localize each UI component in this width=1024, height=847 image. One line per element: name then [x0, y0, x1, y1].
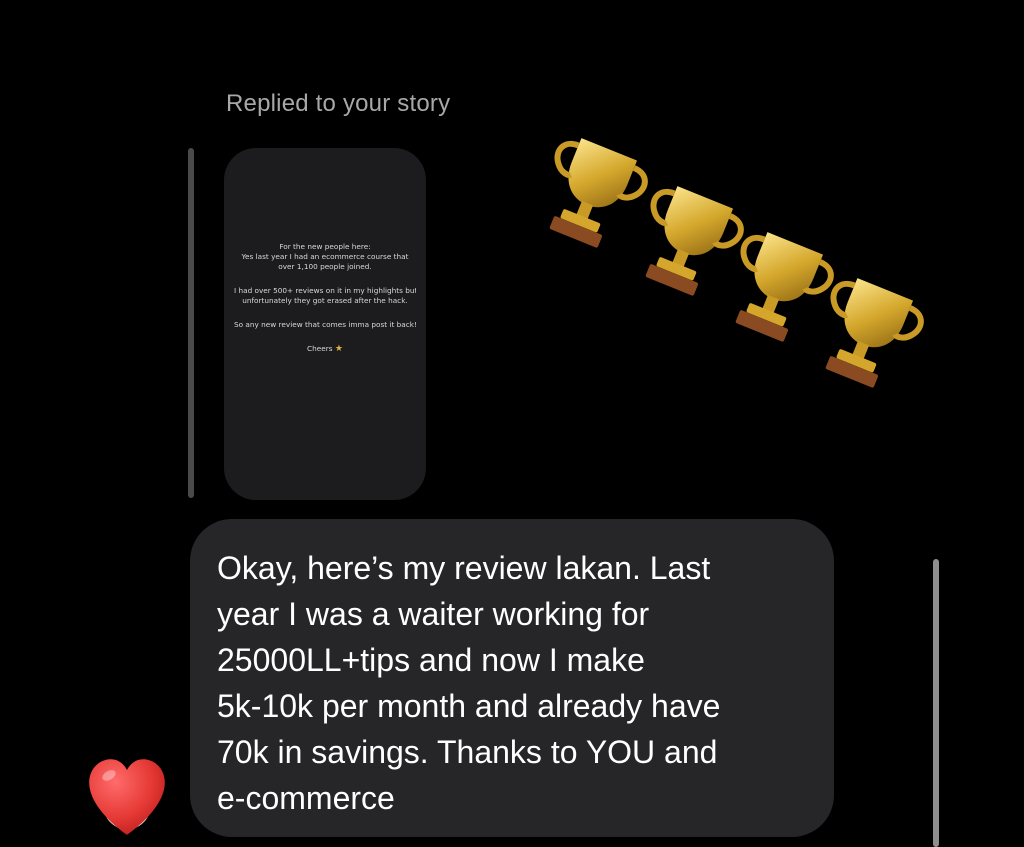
message-text-line: e-commerce [217, 780, 395, 816]
story-preview-card[interactable]: For the new people here: Yes last year I… [224, 148, 426, 500]
story-text-line: over 1,100 people joined. [278, 262, 372, 271]
story-text-line: Cheers ★ [234, 344, 416, 354]
story-text-line: For the new people here: [279, 242, 371, 251]
story-text-line: I had over 500+ reviews on it in my high… [234, 286, 416, 295]
trophy-icon [549, 138, 648, 248]
message-text-line: 25000LL+tips and now I make [217, 642, 645, 678]
trophy-icon [735, 232, 834, 342]
story-text-line: unfortunately they got erased after the … [242, 296, 408, 305]
trophy-icon [645, 186, 744, 296]
message-bubble[interactable]: Okay, here’s my review lakan. Last year … [190, 519, 834, 837]
message-text-line: 5k-10k per month and already have [217, 688, 721, 724]
scroll-indicator[interactable] [933, 559, 939, 847]
story-text-line: Yes last year I had an ecommerce course … [241, 252, 409, 261]
heart-icon[interactable] [82, 752, 172, 842]
story-text-line: So any new review that comes imma post i… [234, 320, 416, 329]
message-text-line: Okay, here’s my review lakan. Last [217, 550, 711, 586]
trophy-icon: ★ [334, 344, 343, 354]
message-text-line: year I was a waiter working for [217, 596, 650, 632]
story-cheers-text: Cheers [307, 344, 333, 353]
trophy-icon [825, 278, 924, 388]
message-text-line: 70k in savings. Thanks to YOU and [217, 734, 718, 770]
replied-to-story-label: Replied to your story [226, 90, 451, 117]
reply-indicator-bar [188, 148, 194, 498]
